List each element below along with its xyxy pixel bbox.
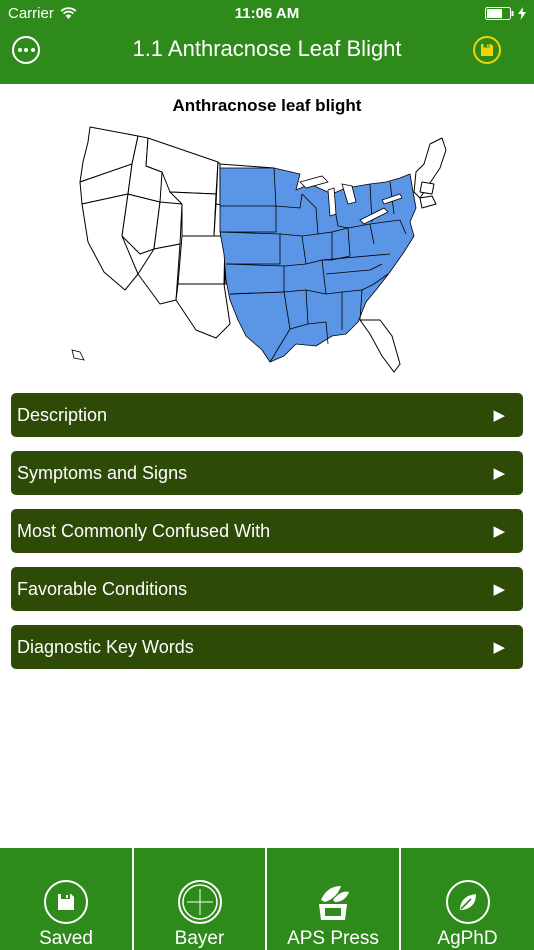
navigation-bar: 1.1 Anthracnose Leaf Blight bbox=[0, 28, 534, 84]
tab-label: APS Press bbox=[287, 928, 379, 949]
charging-bolt-icon bbox=[518, 7, 526, 20]
status-time: 11:06 AM bbox=[234, 5, 300, 22]
tab-aps-press[interactable]: APS Press bbox=[267, 848, 399, 950]
distribution-map bbox=[71, 126, 447, 373]
play-arrow-icon: ▶ bbox=[493, 407, 505, 424]
section-confused-with-button[interactable]: Most Commonly Confused With ▶ bbox=[11, 509, 523, 553]
play-arrow-icon: ▶ bbox=[493, 465, 505, 482]
section-key-words-button[interactable]: Diagnostic Key Words ▶ bbox=[11, 625, 523, 669]
tab-bayer[interactable]: Bayer bbox=[134, 848, 265, 950]
battery-icon bbox=[485, 7, 514, 20]
bayer-logo-icon bbox=[177, 880, 222, 924]
tab-bar: Saved Bayer APS Press AgPhD bbox=[0, 848, 534, 950]
section-list: Description ▶ Symptoms and Signs ▶ Most … bbox=[11, 393, 523, 683]
aps-logo-icon bbox=[311, 880, 355, 924]
save-icon bbox=[44, 880, 88, 924]
section-favorable-conditions-button[interactable]: Favorable Conditions ▶ bbox=[11, 567, 523, 611]
section-label: Symptoms and Signs bbox=[17, 462, 188, 483]
section-label: Most Commonly Confused With bbox=[17, 520, 271, 541]
save-button[interactable] bbox=[473, 36, 501, 64]
status-bar: Carrier 11:06 AM bbox=[0, 0, 534, 28]
tab-label: Bayer bbox=[174, 928, 225, 949]
section-description-button[interactable]: Description ▶ bbox=[11, 393, 523, 437]
tab-saved[interactable]: Saved bbox=[0, 848, 132, 950]
map-florida bbox=[359, 319, 401, 373]
tab-label: Saved bbox=[39, 928, 93, 949]
tab-label: AgPhD bbox=[437, 928, 498, 949]
play-arrow-icon: ▶ bbox=[493, 639, 505, 656]
battery-indicator bbox=[485, 7, 526, 20]
section-symptoms-button[interactable]: Symptoms and Signs ▶ bbox=[11, 451, 523, 495]
play-arrow-icon: ▶ bbox=[493, 523, 505, 540]
map-title: Anthracnose leaf blight bbox=[172, 96, 362, 115]
section-label: Description bbox=[17, 404, 108, 425]
leaf-icon bbox=[445, 880, 490, 924]
more-options-button[interactable] bbox=[12, 36, 40, 64]
tab-agphd[interactable]: AgPhD bbox=[401, 848, 534, 950]
section-label: Diagnostic Key Words bbox=[17, 636, 194, 657]
section-label: Favorable Conditions bbox=[17, 578, 188, 599]
floppy-disk-icon bbox=[481, 44, 493, 56]
play-arrow-icon: ▶ bbox=[493, 581, 505, 598]
page-title: 1.1 Anthracnose Leaf Blight bbox=[132, 36, 402, 61]
more-dots-icon bbox=[17, 48, 22, 52]
map-great-lakes bbox=[299, 175, 329, 189]
